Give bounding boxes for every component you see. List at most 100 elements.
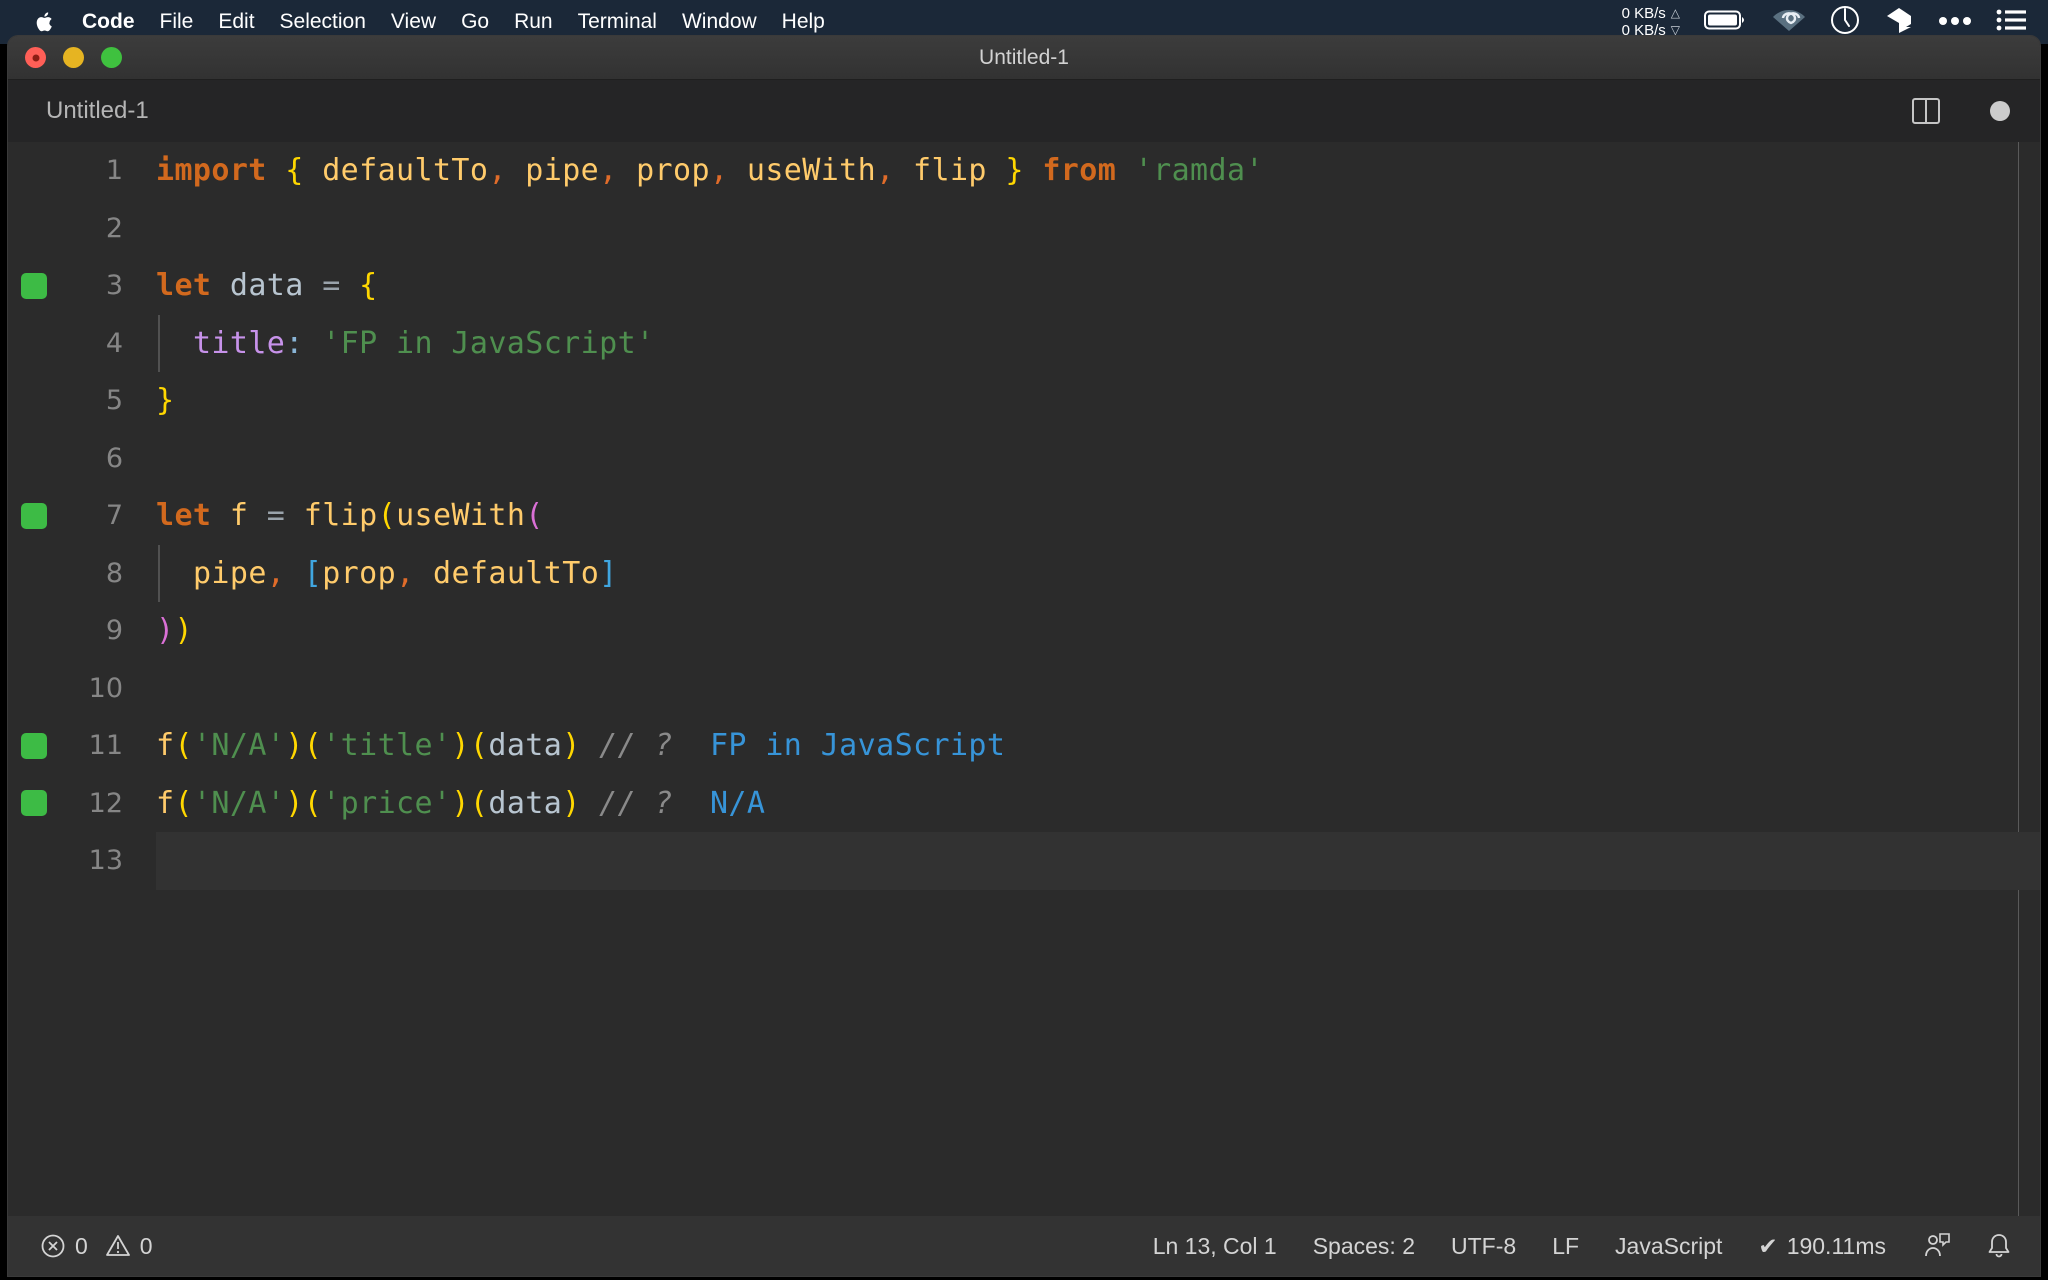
token-title-string: 'title' xyxy=(322,728,452,764)
wifi-icon[interactable] xyxy=(1772,8,1806,37)
tab-untitled-1[interactable]: Untitled-1 xyxy=(46,97,149,125)
token-comma-5: , xyxy=(266,555,286,591)
warning-count: 0 xyxy=(139,1232,153,1259)
dropbox-icon[interactable] xyxy=(1884,5,1914,40)
network-speed-indicator[interactable]: 0 KB/s 0 KB/s △ ▽ xyxy=(1622,5,1680,39)
gutter-10[interactable]: 10 xyxy=(8,660,156,718)
language-mode-status[interactable]: JavaScript xyxy=(1615,1233,1722,1260)
token-p-b-1: ) xyxy=(285,728,304,764)
window-title-bar: Untitled-1 xyxy=(8,36,2040,80)
line-number: 1 xyxy=(105,155,123,187)
battery-icon[interactable] xyxy=(1704,9,1748,36)
status-bar-right: Ln 13, Col 1 Spaces: 2 UTF-8 LF JavaScri… xyxy=(1153,1232,2012,1260)
token-paren-close-2: ) xyxy=(156,613,175,649)
token-assign-2: = xyxy=(266,498,286,534)
token-price-string: 'price' xyxy=(322,785,452,821)
more-dots-icon[interactable] xyxy=(1938,13,1972,31)
code-text-8: pipe, [prop, defaultTo] xyxy=(156,556,618,591)
token-data-arg-2: data xyxy=(488,785,563,821)
quokka-result-1: FP in JavaScript xyxy=(709,728,1006,764)
check-mark-icon: ✔ xyxy=(1758,1232,1778,1259)
token-defaultto: defaultTo xyxy=(322,153,489,189)
vscode-window: Untitled-1 Untitled-1 1 import { default… xyxy=(8,36,2040,1276)
token-p-d-1: ) xyxy=(451,728,470,764)
quokka-marker-icon[interactable] xyxy=(21,502,47,529)
code-line-12[interactable]: 12 f('N/A')('price')(data) // ? N/A xyxy=(8,775,2040,833)
window-title: Untitled-1 xyxy=(979,45,1069,69)
line-number: 7 xyxy=(105,500,123,532)
code-line-7[interactable]: 7 let f = flip(useWith( xyxy=(8,487,2040,545)
code-line-10[interactable]: 10 xyxy=(8,660,2040,718)
code-line-8[interactable]: 8 pipe, [prop, defaultTo] xyxy=(8,544,2040,603)
gutter-5[interactable]: 5 xyxy=(8,372,156,430)
person-feedback-icon[interactable] xyxy=(1922,1232,1950,1260)
code-line-11[interactable]: 11 f('N/A')('title')(data) // ? FP in Ja… xyxy=(8,717,2040,775)
code-line-9[interactable]: 9 )) xyxy=(8,602,2040,660)
error-count: 0 xyxy=(75,1232,88,1259)
gutter-3[interactable]: 3 xyxy=(8,257,156,315)
token-p-d-2: ) xyxy=(451,785,470,821)
line-number: 6 xyxy=(105,442,123,474)
token-na-string-1: 'N/A' xyxy=(192,728,286,764)
status-bar: 0 0 Ln 13, Col 1 Spaces: 2 UTF-8 LF Java… xyxy=(8,1216,2040,1276)
eol-status[interactable]: LF xyxy=(1552,1233,1579,1260)
token-title-value: 'FP in JavaScript' xyxy=(322,325,655,361)
encoding-status[interactable]: UTF-8 xyxy=(1451,1233,1516,1260)
cursor-position-status[interactable]: Ln 13, Col 1 xyxy=(1153,1233,1277,1260)
code-text-4: title: 'FP in JavaScript' xyxy=(156,326,655,361)
code-line-1[interactable]: 1 import { defaultTo, pipe, prop, useWit… xyxy=(8,142,2040,200)
code-line-6[interactable]: 6 xyxy=(8,430,2040,488)
clock-icon[interactable] xyxy=(1830,5,1860,40)
gutter-2[interactable]: 2 xyxy=(8,200,156,258)
token-comment-2: // ? xyxy=(599,785,674,821)
quokka-marker-icon[interactable] xyxy=(21,272,47,299)
token-colon: : xyxy=(285,325,304,361)
token-p-a-1: ( xyxy=(174,728,193,764)
gutter-1[interactable]: 1 xyxy=(8,142,156,200)
code-line-5[interactable]: 5 } xyxy=(8,372,2040,430)
gutter-11[interactable]: 11 xyxy=(8,717,156,775)
gutter-8[interactable]: 8 xyxy=(8,545,156,603)
quokka-marker-icon[interactable] xyxy=(21,790,47,817)
bell-icon[interactable] xyxy=(1986,1232,2012,1260)
gutter-12[interactable]: 12 xyxy=(8,775,156,833)
token-usewith-call: useWith xyxy=(396,498,526,534)
code-text-9: )) xyxy=(156,613,193,648)
upload-speed: 0 KB/s xyxy=(1621,5,1666,22)
code-editor[interactable]: 1 import { defaultTo, pipe, prop, useWit… xyxy=(8,142,2040,1216)
code-line-13[interactable]: 13 xyxy=(8,832,2040,890)
unsaved-dot-icon[interactable] xyxy=(1990,101,2010,121)
indentation-status[interactable]: Spaces: 2 xyxy=(1313,1233,1415,1260)
code-line-4[interactable]: 4 title: 'FP in JavaScript' xyxy=(8,314,2040,373)
gutter-9[interactable]: 9 xyxy=(8,602,156,660)
quokka-runtime-status[interactable]: ✔ 190.11ms xyxy=(1758,1233,1886,1260)
token-comment-1: // ? xyxy=(599,728,674,764)
token-import: import xyxy=(156,153,267,189)
quokka-marker-icon[interactable] xyxy=(21,732,47,759)
token-paren-close-1: ) xyxy=(174,613,193,649)
code-line-3[interactable]: 3 let data = { xyxy=(8,257,2040,315)
warning-triangle-icon xyxy=(105,1233,131,1259)
gutter-7[interactable]: 7 xyxy=(8,487,156,545)
line-number: 8 xyxy=(105,557,123,589)
line-number: 10 xyxy=(88,672,123,704)
line-number: 12 xyxy=(88,787,123,819)
token-p-f-2: ) xyxy=(562,785,581,821)
control-center-list-icon[interactable] xyxy=(1996,8,2026,37)
token-comma-6: , xyxy=(396,555,415,591)
token-obj-open: { xyxy=(359,268,378,304)
code-text-12: f('N/A')('price')(data) // ? N/A xyxy=(156,786,765,821)
gutter-4[interactable]: 4 xyxy=(8,315,156,373)
line-number: 5 xyxy=(105,385,123,417)
token-pipe-arg: pipe xyxy=(192,555,267,591)
code-line-2[interactable]: 2 xyxy=(8,200,2040,258)
token-comma-3: , xyxy=(709,153,729,189)
problems-status[interactable]: 0 0 xyxy=(40,1233,153,1260)
token-flip: flip xyxy=(913,153,987,189)
gutter-6[interactable]: 6 xyxy=(8,430,156,488)
apple-logo-icon[interactable] xyxy=(34,9,56,35)
editor-actions xyxy=(1912,98,2010,124)
split-editor-icon[interactable] xyxy=(1912,98,1940,124)
gutter-13[interactable]: 13 xyxy=(8,832,156,890)
token-assign: = xyxy=(322,268,341,304)
